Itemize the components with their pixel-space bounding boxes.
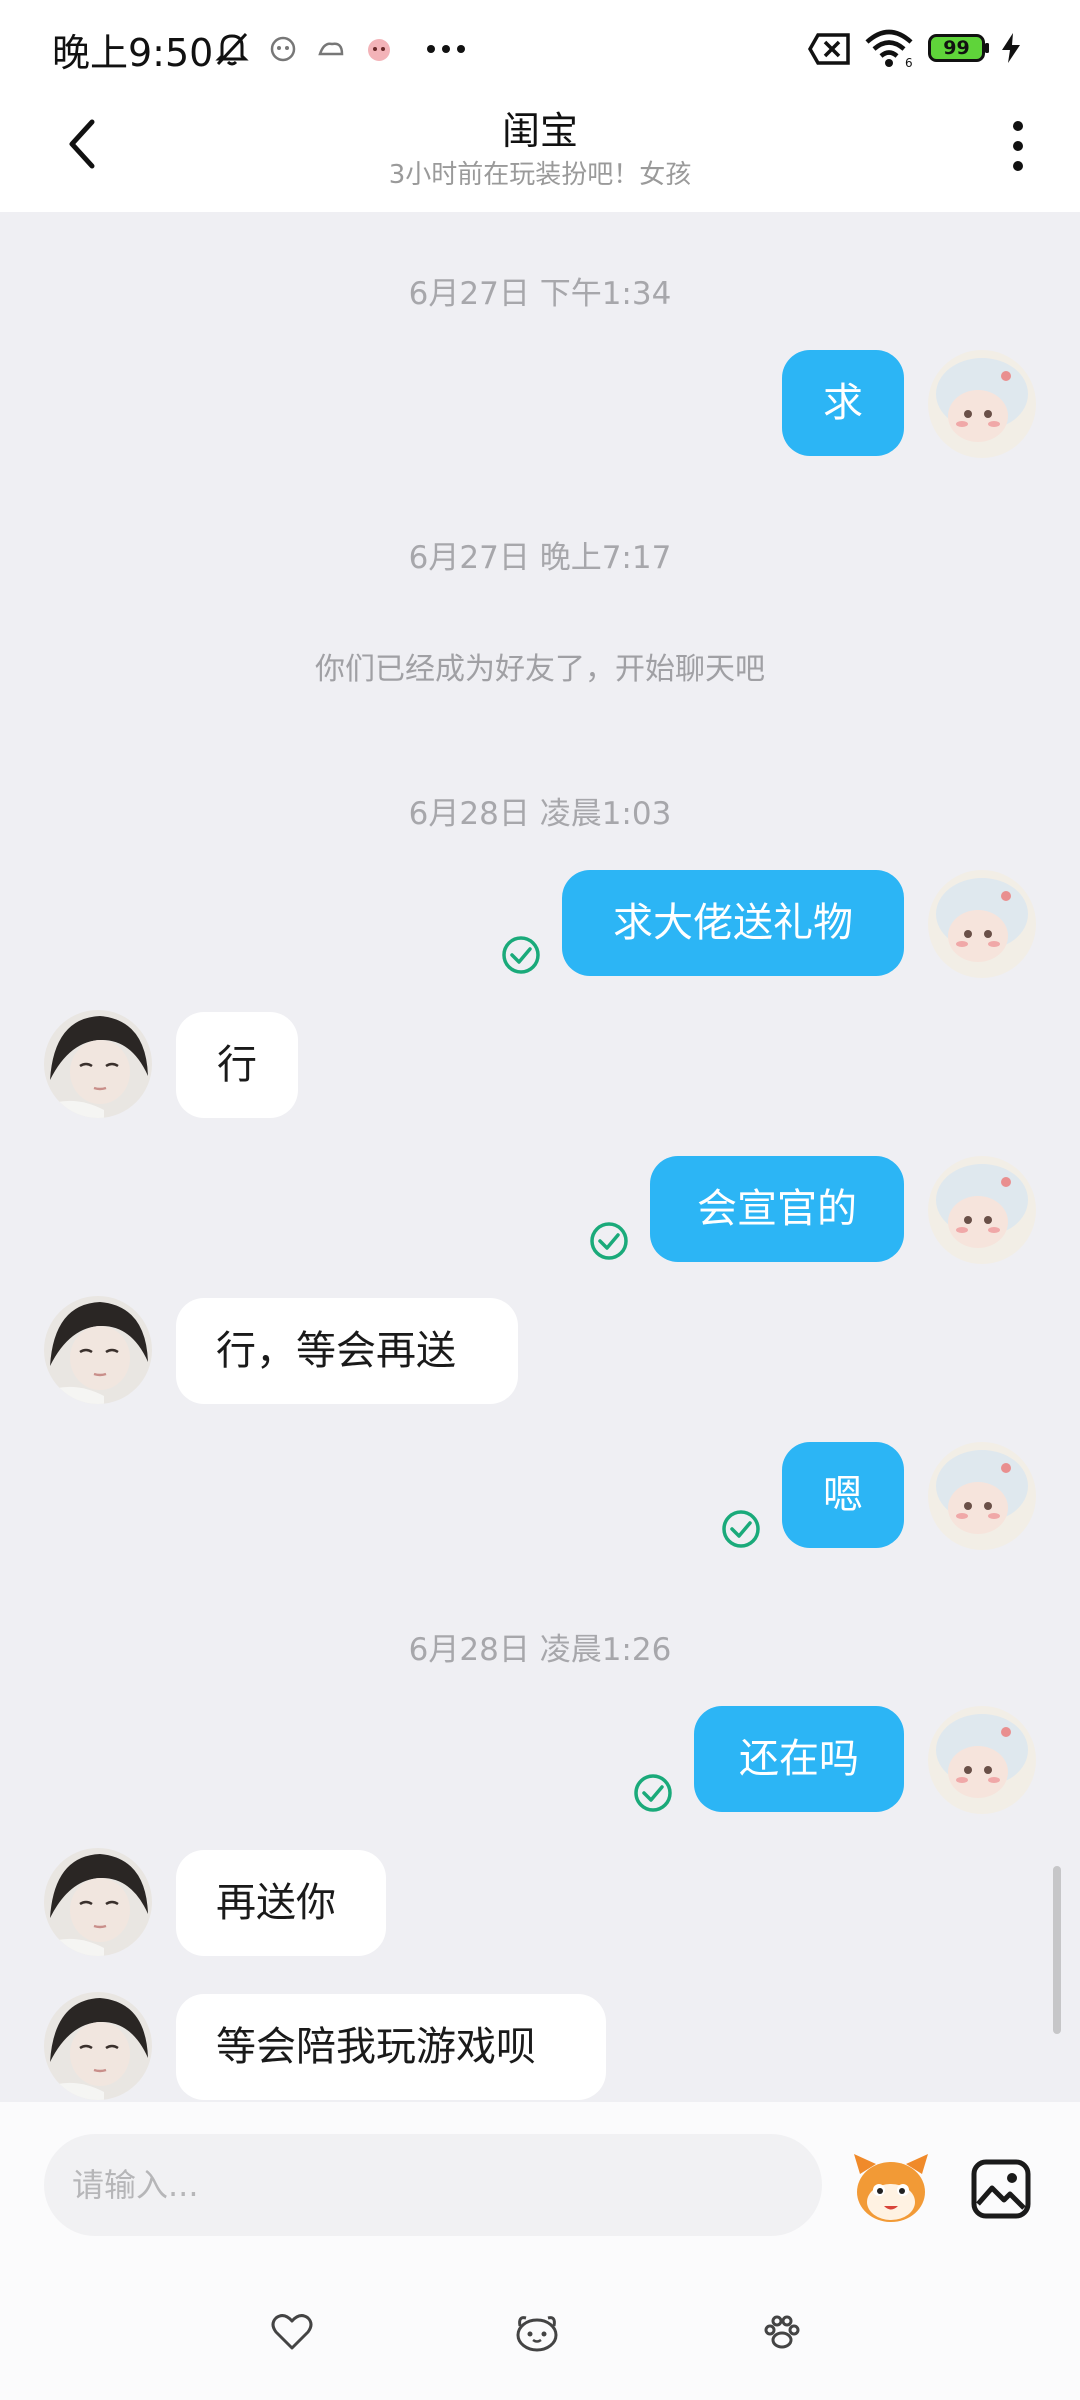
heart-icon[interactable] (270, 2312, 314, 2352)
chat-timestamp: 6月27日 下午1:34 (408, 276, 672, 312)
my-avatar[interactable] (928, 1442, 1036, 1550)
message-bubble-sent[interactable]: 求 (782, 350, 904, 456)
chat-timestamp: 6月27日 晚上7:17 (408, 540, 672, 576)
paw-icon[interactable] (762, 2312, 802, 2352)
message-bubble-sent[interactable]: 会宣官的 (650, 1156, 904, 1262)
more-vertical-icon[interactable] (1006, 118, 1030, 174)
message-bubble-received[interactable]: 等会陪我玩游戏呗 (176, 1994, 606, 2100)
wifi-icon: 6 (865, 29, 913, 68)
battery-icon: 99 (928, 34, 990, 62)
status-time: 晚上9:50 (52, 31, 214, 75)
app-notification-icon (318, 42, 344, 56)
message-bubble-received[interactable]: 行，等会再送 (176, 1298, 518, 1404)
system-message: 你们已经成为好友了，开始聊天吧 (315, 652, 765, 687)
message-input[interactable] (44, 2134, 822, 2236)
read-check-icon (502, 936, 540, 974)
my-avatar[interactable] (928, 1156, 1036, 1264)
mascot-emoji-icon[interactable] (850, 2150, 932, 2226)
image-picture-icon[interactable] (970, 2158, 1032, 2220)
my-avatar[interactable] (928, 350, 1036, 458)
contact-avatar[interactable] (44, 1992, 152, 2100)
read-check-icon (590, 1222, 628, 1260)
more-notifications-icon (427, 45, 465, 53)
contact-avatar[interactable] (44, 1010, 152, 1118)
chat-scrollbar[interactable] (1053, 1866, 1061, 2034)
chat-contact-name: 闺宝 (501, 109, 578, 153)
message-bubble-sent[interactable]: 还在吗 (694, 1706, 904, 1812)
message-bubble-received[interactable]: 再送你 (176, 1850, 386, 1956)
contact-status: 3小时前在玩装扮吧！女孩 (388, 160, 692, 190)
chat-timestamp: 6月28日 凌晨1:03 (408, 796, 672, 832)
sim-off-icon (808, 33, 850, 65)
message-bubble-sent[interactable]: 嗯 (782, 1442, 904, 1548)
message-bubble-sent[interactable]: 求大佬送礼物 (562, 870, 904, 976)
my-avatar[interactable] (928, 870, 1036, 978)
message-bubble-received[interactable]: 行 (176, 1012, 298, 1118)
bell-off-icon (215, 32, 249, 66)
contact-avatar[interactable] (44, 1848, 152, 1956)
read-check-icon (634, 1774, 672, 1812)
app-notification-icon (368, 39, 390, 61)
battery-level: 99 (943, 37, 970, 59)
read-check-icon (722, 1510, 760, 1548)
chat-timestamp: 6月28日 凌晨1:26 (408, 1632, 672, 1668)
svg-text:6: 6 (905, 56, 913, 68)
contact-avatar[interactable] (44, 1296, 152, 1404)
app-notification-icon (270, 36, 296, 62)
charging-icon (1002, 33, 1020, 63)
face-icon[interactable] (514, 2312, 560, 2352)
my-avatar[interactable] (928, 1706, 1036, 1814)
